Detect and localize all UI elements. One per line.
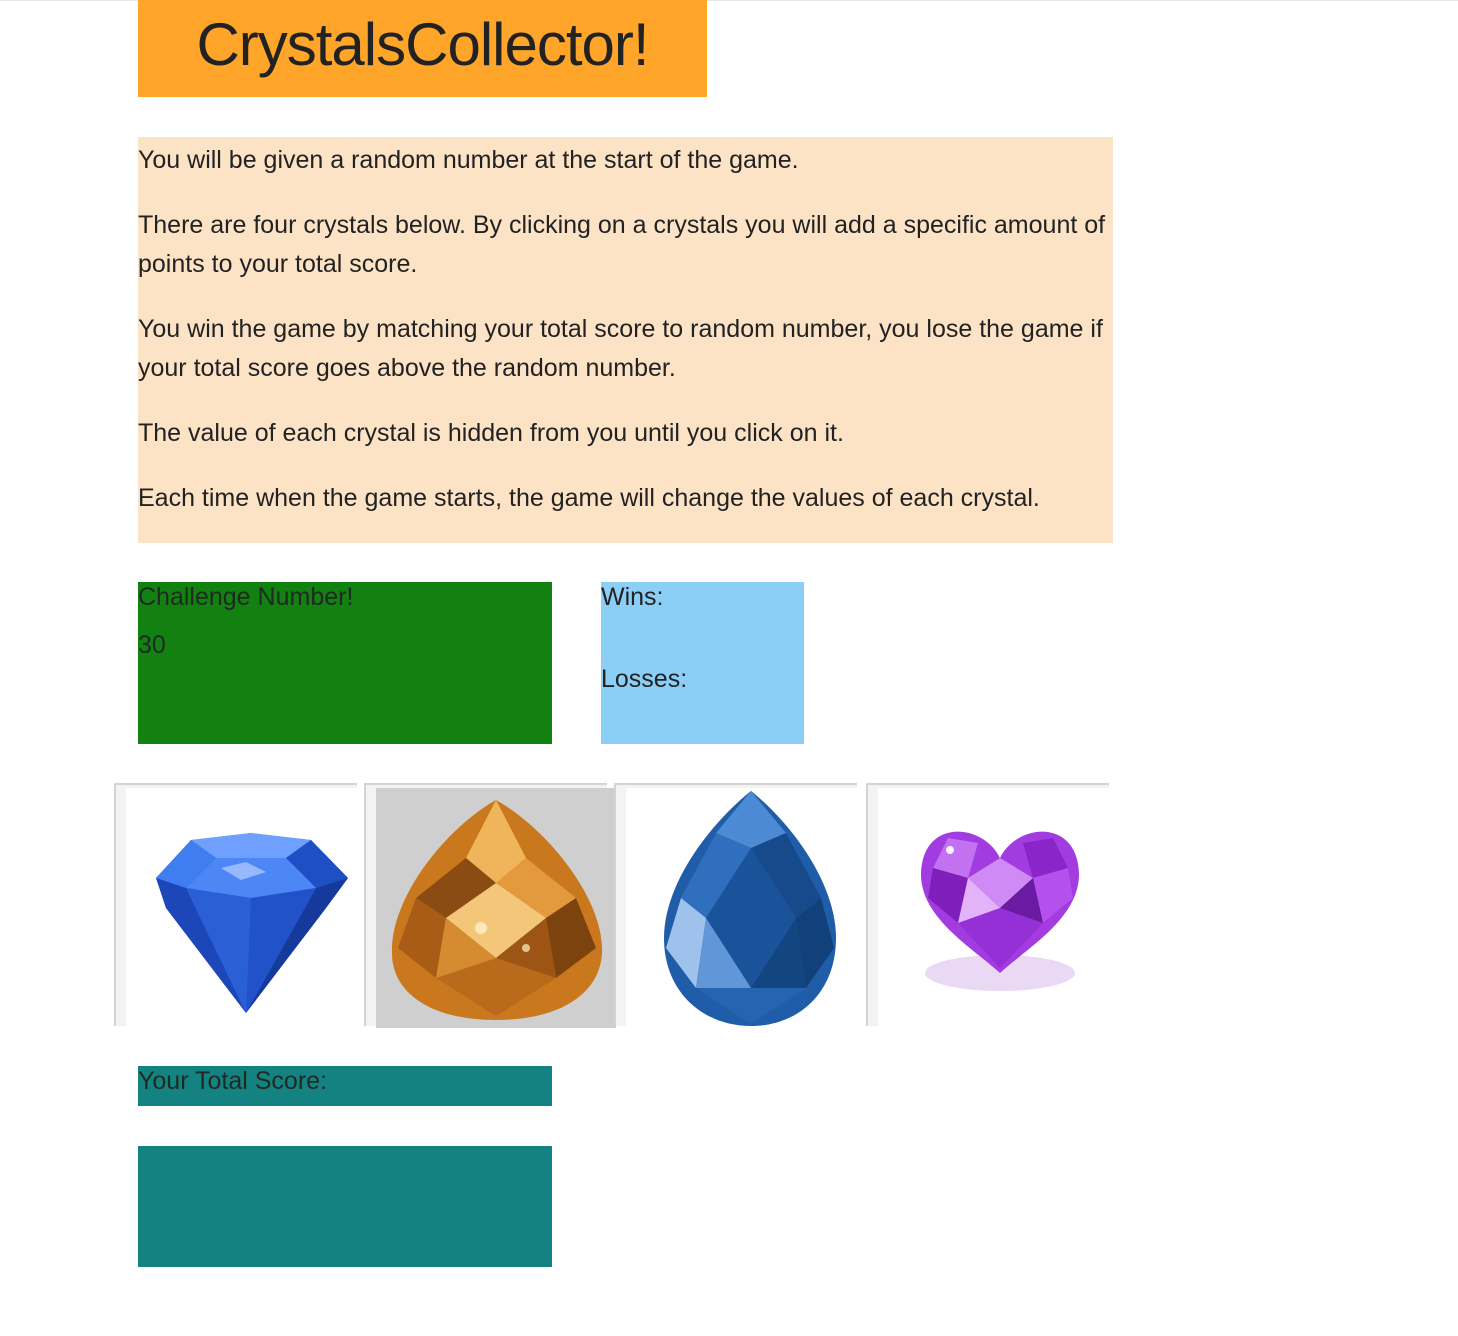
challenge-label: Challenge Number!	[138, 583, 354, 611]
losses-label: Losses:	[601, 665, 688, 693]
crystal-button-blue-diamond[interactable]	[114, 783, 366, 1028]
title-banner: CrystalsCollector!	[138, 0, 707, 97]
instruction-paragraph: The value of each crystal is hidden from…	[138, 419, 844, 447]
crystal-button-sapphire-teardrop[interactable]	[614, 783, 866, 1028]
instruction-paragraph: Each time when the game starts, the game…	[138, 484, 1040, 512]
instructions-panel: You will be given a random number at the…	[138, 137, 1113, 543]
instruction-paragraph: You will be given a random number at the…	[138, 146, 799, 174]
win-loss-panel: Wins: Losses:	[601, 582, 804, 744]
challenge-number-panel: Challenge Number! 30	[138, 582, 552, 744]
total-score-value	[138, 1146, 552, 1267]
total-score-label: Your Total Score:	[138, 1066, 552, 1106]
crystal-button-purple-heart[interactable]	[866, 783, 1118, 1028]
instruction-paragraph: There are four crystals below. By clicki…	[138, 211, 1106, 278]
page-title: CrystalsCollector!	[196, 11, 649, 78]
crystal-button-amber-pear[interactable]	[364, 783, 616, 1028]
blue-diamond-icon	[126, 788, 366, 1028]
instruction-paragraph: You win the game by matching your total …	[138, 315, 1103, 382]
amber-pear-icon	[376, 788, 616, 1028]
wins-label: Wins:	[601, 583, 664, 611]
purple-heart-icon	[878, 788, 1118, 1028]
challenge-value: 30	[138, 631, 166, 659]
sapphire-teardrop-icon	[626, 788, 866, 1028]
